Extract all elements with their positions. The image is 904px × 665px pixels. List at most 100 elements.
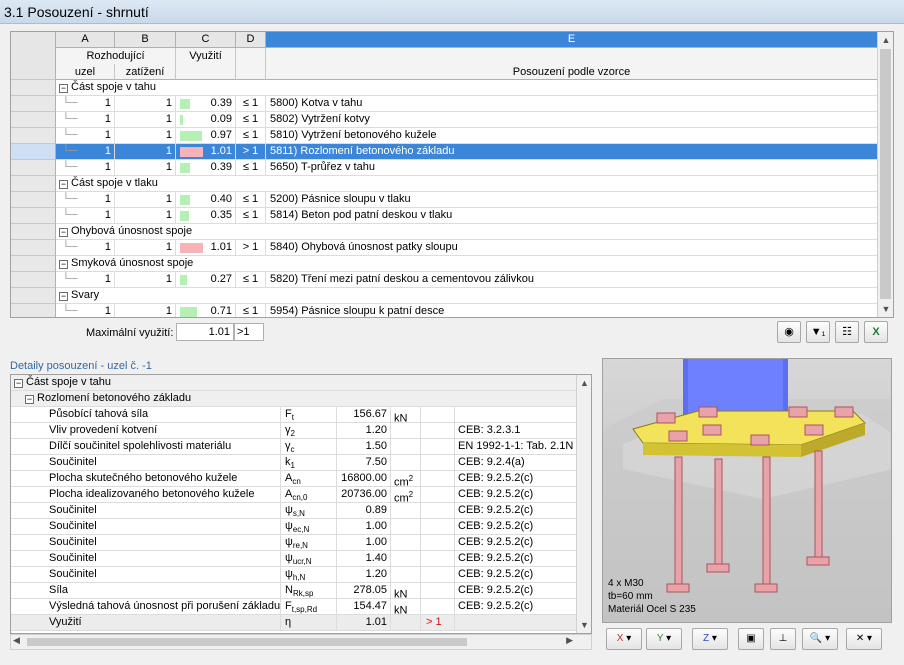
zoom-button[interactable]: 🔍 ▾ — [802, 628, 838, 650]
row-header[interactable] — [11, 288, 56, 304]
group-row[interactable]: − Svary — [56, 288, 878, 304]
details-row[interactable]: Plocha skutečného betonového kužele Acn … — [11, 471, 577, 487]
param-symbol: Acn — [281, 471, 337, 487]
row-header[interactable] — [11, 96, 56, 112]
collapse-icon[interactable]: − — [59, 180, 68, 189]
details-row[interactable]: Součinitel ψec,N 1.00 CEB: 9.2.5.2(c) — [11, 519, 577, 535]
details-row[interactable]: Součinitel k1 7.50 CEB: 9.2.4(a) — [11, 455, 577, 471]
collapse-icon[interactable]: − — [14, 379, 23, 388]
details-row[interactable]: Součinitel ψh,N 1.20 CEB: 9.2.5.2(c) — [11, 567, 577, 583]
collapse-icon[interactable]: − — [59, 228, 68, 237]
row-header[interactable] — [11, 128, 56, 144]
filter-button[interactable]: ▼₁ — [806, 321, 830, 343]
param-name: Síla — [11, 583, 281, 599]
scroll-down-icon[interactable]: ▼ — [878, 301, 893, 317]
details-scrollbar[interactable]: ▲ ▼ — [576, 375, 591, 633]
table-row[interactable]: └─ 1 1 1.01 > 1 5840) Ohybová únosnost pa… — [56, 240, 878, 256]
details-group-row[interactable]: − Část spoje v tahu — [11, 375, 577, 391]
reset-view-button[interactable]: ✕ ▾ — [846, 628, 882, 650]
dimension-icon: ⊥ — [778, 633, 788, 644]
group-row[interactable]: − Část spoje v tlaku — [56, 176, 878, 192]
axis-x-icon: X — [616, 633, 624, 644]
details-row[interactable]: Působící tahová síla Ft 156.67 kN — [11, 407, 577, 423]
header-utilization: Využití — [176, 48, 236, 64]
table-row[interactable]: └─ 1 1 0.39 ≤ 1 5650) T-průřez v tahu — [56, 160, 878, 176]
unit-base: kN — [394, 588, 408, 599]
table-row[interactable]: └─ 1 1 0.39 ≤ 1 5800) Kotva v tahu — [56, 96, 878, 112]
view-z-button[interactable]: Z ▾ — [692, 628, 728, 650]
param-value: 16800.00 — [337, 471, 391, 487]
table-row[interactable]: └─ 1 1 0.97 ≤ 1 5810) Vytržení betonového… — [56, 128, 878, 144]
symbol-base: N — [285, 584, 293, 596]
scroll-down-icon[interactable]: ▼ — [577, 617, 591, 633]
details-subgroup-row[interactable]: − Rozlomení betonového základu — [11, 391, 577, 407]
param-reference: CEB: 9.2.5.2(c) — [455, 551, 577, 567]
details-row[interactable]: Součinitel ψre,N 1.00 CEB: 9.2.5.2(c) — [11, 535, 577, 551]
group-row[interactable]: − Část spoje v tahu — [56, 80, 878, 96]
row-header[interactable] — [11, 304, 56, 317]
compare-cell: ≤ 1 — [236, 272, 266, 288]
col-e-header[interactable]: E — [266, 32, 878, 48]
row-header[interactable] — [11, 256, 56, 272]
view-x-button[interactable]: X ▾ — [606, 628, 642, 650]
col-b-header[interactable]: B — [115, 32, 176, 48]
details-row[interactable]: Výsledná tahová únosnost při porušení zá… — [11, 599, 577, 615]
row-header[interactable] — [11, 192, 56, 208]
scroll-thumb[interactable] — [880, 49, 891, 299]
utilization-bar — [180, 275, 187, 285]
tree-line-icon: └─ — [62, 193, 78, 205]
3d-view[interactable]: 4 x M30 tb=60 mm Materiál Ocel S 235 — [602, 358, 892, 623]
collapse-icon[interactable]: − — [25, 395, 34, 404]
table-row[interactable]: └─ 1 1 0.35 ≤ 1 5814) Beton pod patní des… — [56, 208, 878, 224]
excel-export-button[interactable]: X — [864, 321, 888, 343]
col-c-header[interactable]: C — [176, 32, 236, 48]
param-name: Dílčí součinitel spolehlivosti materiálu — [11, 439, 281, 455]
table-row[interactable]: └─ 1 1 0.71 ≤ 1 5954) Pásnice sloupu k pa… — [56, 304, 878, 317]
collapse-icon[interactable]: − — [59, 260, 68, 269]
scroll-left-icon[interactable]: ◀ — [13, 635, 20, 646]
table-row[interactable]: └─ 1 1 1.01 > 1 5811) Rozlomení betonovéh… — [56, 144, 878, 160]
table-scrollbar[interactable]: ▲ ▼ — [877, 32, 893, 317]
row-header[interactable] — [11, 144, 56, 160]
table-row[interactable]: └─ 1 1 0.27 ≤ 1 5820) Tření mezi patní de… — [56, 272, 878, 288]
details-row[interactable]: Síla NRk,sp 278.05 kN CEB: 9.2.5.2(c) — [11, 583, 577, 599]
symbol-sub: Rk,sp — [292, 589, 314, 599]
details-row[interactable]: Součinitel ψs,N 0.89 CEB: 9.2.5.2(c) — [11, 503, 577, 519]
scroll-up-icon[interactable]: ▲ — [878, 32, 893, 48]
row-header[interactable] — [11, 80, 56, 96]
col-d-header[interactable]: D — [236, 32, 266, 48]
view-y-button[interactable]: Y ▾ — [646, 628, 682, 650]
bar-chart-button[interactable]: ☷ — [835, 321, 859, 343]
table-row[interactable]: └─ 1 1 0.40 ≤ 1 5200) Pásnice sloupu v tl… — [56, 192, 878, 208]
details-row[interactable]: Vliv provedení kotvení γ2 1.20 CEB: 3.2.… — [11, 423, 577, 439]
details-row[interactable]: Plocha idealizovaného betonového kužele … — [11, 487, 577, 503]
scroll-right-icon[interactable]: ▶ — [566, 635, 573, 646]
group-row[interactable]: − Ohybová únosnost spoje — [56, 224, 878, 240]
eye-button[interactable]: ◉ — [777, 321, 801, 343]
scroll-up-icon[interactable]: ▲ — [577, 375, 591, 391]
axis-z-icon: Z — [703, 633, 710, 644]
collapse-icon[interactable]: − — [59, 292, 68, 301]
row-header[interactable] — [11, 272, 56, 288]
cube-icon: ▣ — [746, 633, 756, 644]
view-dimension-button[interactable]: ⊥ — [770, 628, 796, 650]
row-header[interactable] — [11, 240, 56, 256]
table-row[interactable]: └─ 1 1 0.09 ≤ 1 5802) Vytržení kotvy — [56, 112, 878, 128]
details-row[interactable]: Součinitel ψucr,N 1.40 CEB: 9.2.5.2(c) — [11, 551, 577, 567]
details-row[interactable]: Dílčí součinitel spolehlivosti materiálu… — [11, 439, 577, 455]
param-name: Plocha skutečného betonového kužele — [11, 471, 281, 487]
row-header[interactable] — [11, 160, 56, 176]
group-row[interactable]: − Smyková únosnost spoje — [56, 256, 878, 272]
param-compare — [421, 455, 455, 471]
row-header[interactable] — [11, 176, 56, 192]
row-header[interactable] — [11, 208, 56, 224]
details-hscrollbar[interactable]: ◀ ▶ — [10, 634, 592, 650]
hscroll-thumb[interactable] — [27, 638, 467, 646]
corner-header — [11, 32, 56, 80]
row-header[interactable] — [11, 112, 56, 128]
collapse-icon[interactable]: − — [59, 84, 68, 93]
row-header[interactable] — [11, 224, 56, 240]
col-a-header[interactable]: A — [56, 32, 115, 48]
view-iso-button[interactable]: ▣ — [738, 628, 764, 650]
details-row[interactable]: Využití η 1.01 > 1 — [11, 615, 577, 631]
